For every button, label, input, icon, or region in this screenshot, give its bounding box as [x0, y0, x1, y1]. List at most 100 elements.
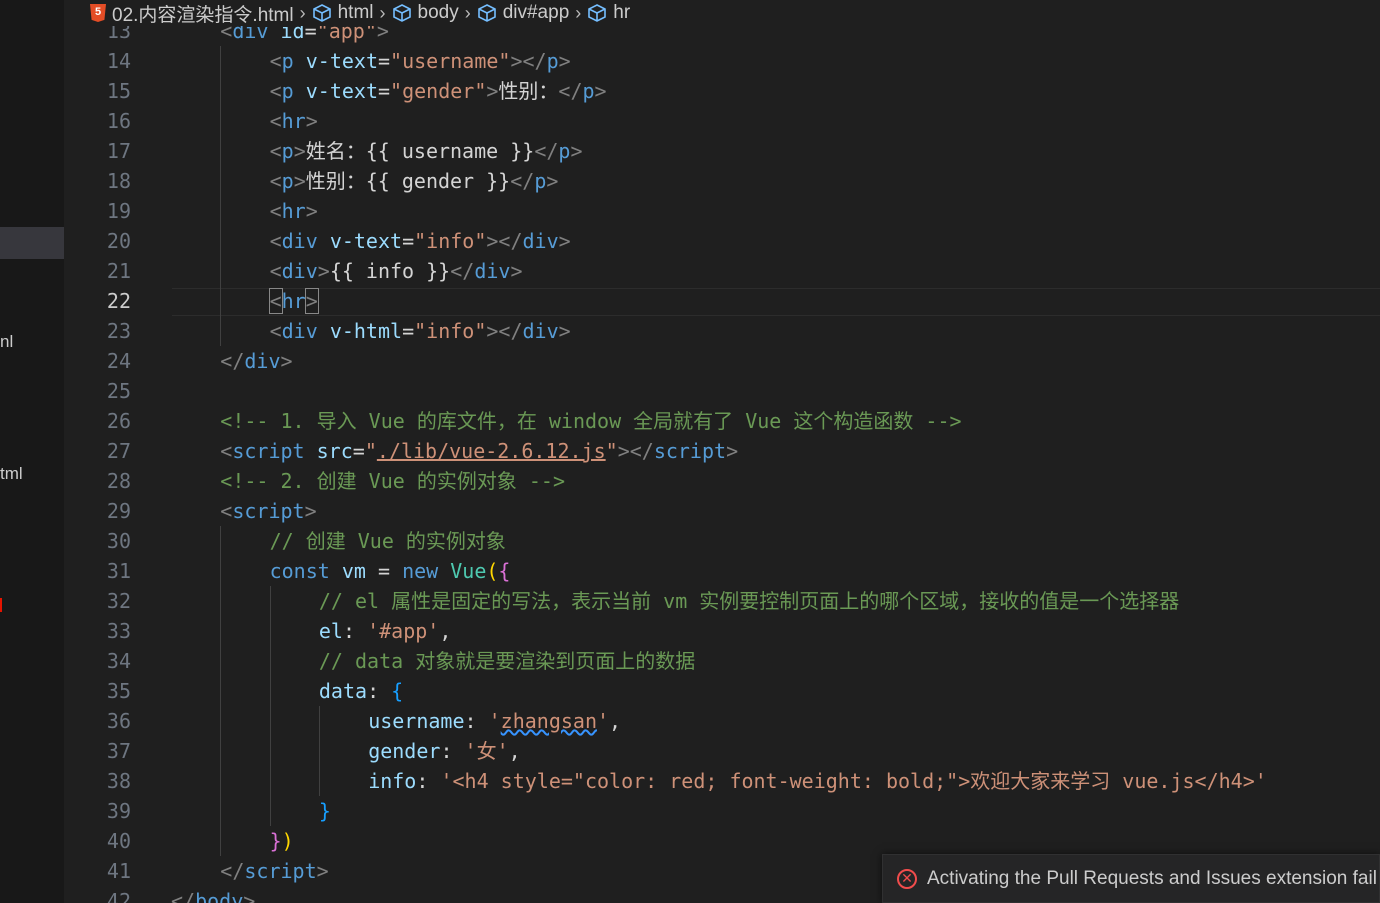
- code-text: </div>: [220, 346, 292, 376]
- code-text: <div v-text="info"></div>: [270, 226, 571, 256]
- code-token: <: [269, 319, 282, 343]
- code-line[interactable]: 32 // el 属性是固定的写法，表示当前 vm 实例要控制页面上的哪个区域，接…: [64, 586, 1380, 616]
- chevron-right-icon: ›: [464, 2, 471, 23]
- code-line[interactable]: 25: [64, 376, 1380, 406]
- code-line[interactable]: 33 el: '#app',: [64, 616, 1380, 646]
- breadcrumb-file[interactable]: 5 02.内容渲染指令.html: [90, 0, 294, 27]
- code-token: 性别：: [498, 79, 559, 103]
- code-line[interactable]: 27 <script src="./lib/vue-2.6.12.js"></sc…: [64, 436, 1380, 466]
- code-text: <script src="./lib/vue-2.6.12.js"></scri…: [220, 436, 738, 466]
- code-line[interactable]: 38 info: '<h4 style="color: red; font-wei…: [64, 766, 1380, 796]
- code-line[interactable]: 31 const vm = new Vue({: [64, 556, 1380, 586]
- indent-guide: [220, 676, 222, 706]
- code-editor[interactable]: 13 <div id="app"> 14 <p v-text="username"><…: [64, 0, 1380, 903]
- code-token: >: [293, 169, 306, 193]
- code-token: <: [220, 499, 233, 523]
- code-text: <script>: [220, 496, 316, 526]
- line-number: 40: [106, 829, 131, 853]
- indent-guide: [220, 286, 222, 316]
- code-token: p: [281, 79, 306, 103]
- code-token: :: [367, 679, 392, 703]
- error-icon: ✕: [897, 868, 917, 889]
- code-line[interactable]: 19 <hr>: [64, 196, 1380, 226]
- code-token: >: [304, 499, 317, 523]
- code-line[interactable]: 36 username: 'zhangsan',: [64, 706, 1380, 736]
- explorer-file-fragment[interactable]: nl: [0, 332, 13, 352]
- notification-toast[interactable]: ✕ Activating the Pull Requests and Issue…: [882, 854, 1380, 903]
- indent-guide: [220, 226, 222, 256]
- code-line[interactable]: 14 <p v-text="username"></p>: [64, 46, 1380, 76]
- code-line[interactable]: 30 // 创建 Vue 的实例对象: [64, 526, 1380, 556]
- code-line[interactable]: 28 <!-- 2. 创建 Vue 的实例对象 -->: [64, 466, 1380, 496]
- code-line[interactable]: 16 <hr>: [64, 106, 1380, 136]
- breadcrumb-item-hr[interactable]: hr: [587, 2, 630, 24]
- code-token: :: [416, 769, 441, 793]
- indent-guide: [220, 316, 222, 346]
- code-token: =: [402, 229, 415, 253]
- indent-guide: [269, 586, 271, 616]
- code-line[interactable]: 22 <hr>: [64, 286, 1380, 316]
- code-token: <: [269, 199, 282, 223]
- code-line[interactable]: 37 gender: '女',: [64, 736, 1380, 766]
- code-line[interactable]: 15 <p v-text="gender">性别：</p>: [64, 76, 1380, 106]
- code-token: // data 对象就是要渲染到页面上的数据: [318, 649, 696, 673]
- code-line[interactable]: 34 // data 对象就是要渲染到页面上的数据: [64, 646, 1380, 676]
- code-line[interactable]: 20 <div v-text="info"></div>: [64, 226, 1380, 256]
- line-number: 25: [106, 379, 131, 403]
- code-token: <: [268, 288, 283, 314]
- code-token: gender: [368, 739, 441, 763]
- chevron-right-icon: ›: [299, 2, 306, 23]
- code-text: info: '<h4 style="color: red; font-weigh…: [368, 766, 1267, 796]
- indent-guide: [318, 736, 320, 766]
- line-number: 17: [106, 139, 131, 163]
- indent-guide: [220, 256, 222, 286]
- line-number: 30: [106, 529, 131, 553]
- code-token: "info": [414, 229, 487, 253]
- indent-guide: [318, 766, 320, 796]
- code-token: p: [281, 139, 294, 163]
- code-token: script: [232, 439, 317, 463]
- indent-guide: [220, 766, 222, 796]
- line-number: 19: [106, 199, 131, 223]
- code-line[interactable]: 39}: [64, 796, 1380, 826]
- code-text: <p v-text="username"></p>: [270, 46, 571, 76]
- code-token: p: [281, 169, 294, 193]
- code-token: const: [269, 559, 342, 583]
- code-text: // el 属性是固定的写法，表示当前 vm 实例要控制页面上的哪个区域，接收的…: [319, 586, 1179, 616]
- code-line[interactable]: 40}): [64, 826, 1380, 856]
- indent-guide: [220, 736, 222, 766]
- explorer-file-fragment[interactable]: tml: [0, 464, 23, 484]
- breadcrumb-item-div-app[interactable]: div#app: [477, 2, 569, 24]
- indent-guide: [220, 196, 222, 226]
- indent-guide: [269, 706, 271, 736]
- breadcrumb-item-label: html: [337, 2, 374, 23]
- code-text: el: '#app',: [319, 616, 451, 646]
- code-token: ': [488, 709, 501, 733]
- code-token: data: [318, 679, 368, 703]
- code-text: // data 对象就是要渲染到页面上的数据: [319, 646, 695, 676]
- code-token: p: [558, 139, 571, 163]
- code-line[interactable]: 23 <div v-html="info"></div>: [64, 316, 1380, 346]
- code-line[interactable]: 18 <p>性别：{{ gender }}</p>: [64, 166, 1380, 196]
- code-text: <p v-text="gender">性别：</p>: [270, 76, 607, 106]
- indent-guide: [269, 616, 271, 646]
- breadcrumb-item-body[interactable]: body: [392, 2, 459, 24]
- code-token: >: [570, 139, 583, 163]
- code-line[interactable]: 26 <!-- 1. 导入 Vue 的库文件，在 window 全局就有了 Vue…: [64, 406, 1380, 436]
- indent-guide: [220, 106, 222, 136]
- code-line[interactable]: 17 <p>姓名：{{ username }}</p>: [64, 136, 1380, 166]
- code-token: <: [269, 259, 282, 283]
- code-text: const vm = new Vue({: [270, 556, 511, 586]
- explorer-selected-item[interactable]: [0, 227, 64, 259]
- code-token: ></: [486, 229, 523, 253]
- code-token: script: [653, 439, 727, 463]
- code-line[interactable]: 21 <div>{{ info }}</div>: [64, 256, 1380, 286]
- code-token: >: [305, 199, 318, 223]
- code-line[interactable]: 35 data: {: [64, 676, 1380, 706]
- breadcrumb-item-html[interactable]: html: [312, 2, 374, 24]
- code-line[interactable]: 29 <script>: [64, 496, 1380, 526]
- notification-text: Activating the Pull Requests and Issues …: [927, 867, 1377, 889]
- code-line[interactable]: 24 </div>: [64, 346, 1380, 376]
- code-text: username: 'zhangsan',: [368, 706, 621, 736]
- code-token: >: [558, 229, 571, 253]
